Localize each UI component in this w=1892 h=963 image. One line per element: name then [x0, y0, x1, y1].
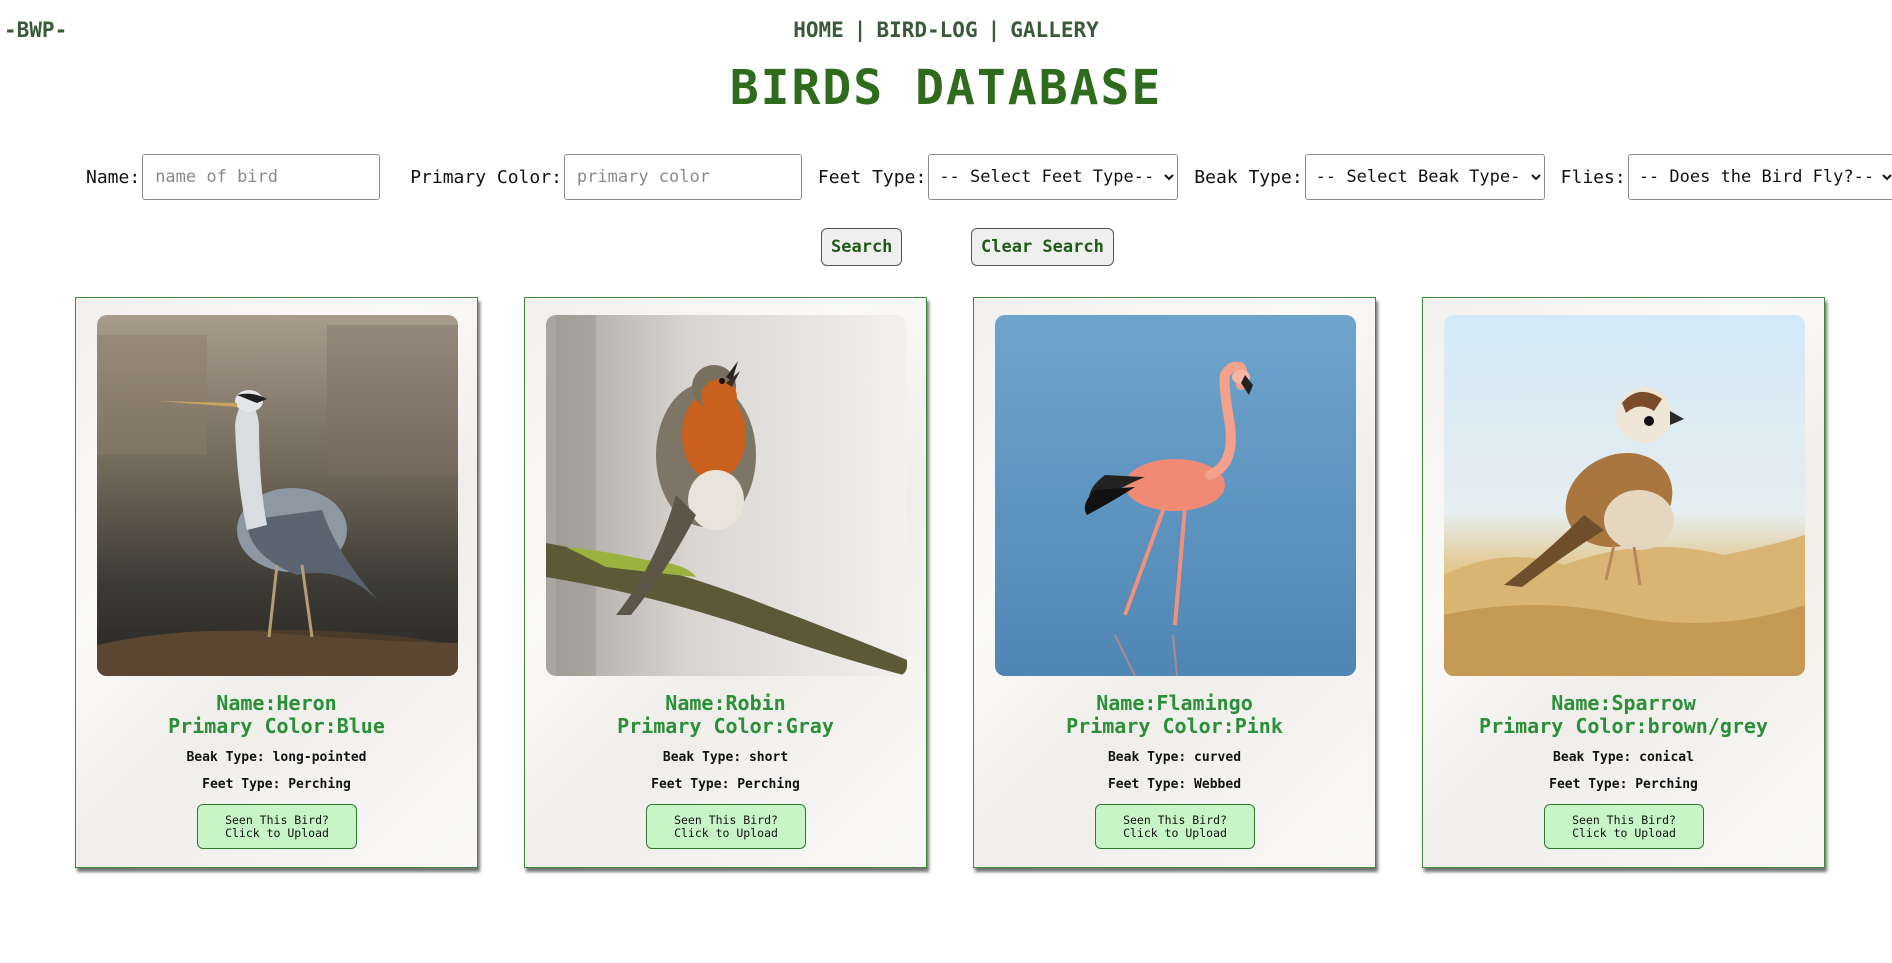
search-button[interactable]: Search: [821, 228, 903, 266]
bird-beak-type: Beak Type: short: [662, 750, 789, 765]
robin-photo: [546, 315, 907, 676]
upload-sighting-button[interactable]: Seen This Bird? Click to Upload: [197, 804, 357, 849]
bird-primary-color: Primary Color:Pink: [1066, 714, 1283, 738]
bird-name: Name:Heron: [216, 691, 337, 715]
top-nav: HOME | BIRD-LOG | GALLERY: [0, 18, 1892, 42]
bird-beak-type: Beak Type: long-pointed: [186, 750, 367, 765]
bird-name: Name:Sparrow: [1551, 691, 1696, 715]
upload-line-2: Click to Upload: [1123, 825, 1227, 840]
primary-color-label: Primary Color:: [410, 166, 562, 188]
sparrow-photo: [1444, 315, 1805, 676]
flamingo-photo: [995, 315, 1356, 676]
search-filters: Name: Primary Color: Feet Type: -- Selec…: [86, 154, 1892, 200]
upload-sighting-button[interactable]: Seen This Bird? Click to Upload: [646, 804, 806, 849]
flies-select[interactable]: -- Does the Bird Fly?--: [1627, 154, 1892, 200]
upload-line-1: Seen This Bird?: [225, 812, 329, 827]
name-label: Name:: [86, 166, 141, 188]
heron-photo: [97, 315, 458, 676]
nav-separator: |: [987, 18, 1001, 42]
bird-beak-type: Beak Type: conical: [1553, 750, 1694, 765]
nav-separator: |: [853, 18, 867, 42]
name-input[interactable]: [142, 154, 381, 200]
nav-bird-log-link[interactable]: BIRD-LOG: [876, 18, 977, 42]
bird-name: Name:Flamingo: [1096, 691, 1253, 715]
bird-feet-type: Feet Type: Webbed: [1107, 777, 1242, 792]
bird-card-flamingo: Name:Flamingo Primary Color:Pink Beak Ty…: [973, 297, 1376, 868]
bird-beak-type: Beak Type: curved: [1107, 750, 1242, 765]
beak-type-label: Beak Type:: [1194, 166, 1303, 188]
primary-color-input[interactable]: [563, 154, 802, 200]
upload-line-2: Click to Upload: [225, 825, 329, 840]
nav-home-link[interactable]: HOME: [793, 18, 844, 42]
upload-line-1: Seen This Bird?: [674, 812, 778, 827]
upload-sighting-button[interactable]: Seen This Bird? Click to Upload: [1544, 804, 1704, 849]
bird-card-heron: Name:Heron Primary Color:Blue Beak Type:…: [75, 297, 478, 868]
bird-name: Name:Robin: [665, 691, 786, 715]
bird-card-sparrow: Name:Sparrow Primary Color:brown/grey Be…: [1422, 297, 1825, 868]
bird-primary-color: Primary Color:Gray: [617, 714, 834, 738]
flies-label: Flies:: [1560, 166, 1626, 188]
upload-line-1: Seen This Bird?: [1123, 812, 1227, 827]
bird-feet-type: Feet Type: Perching: [651, 777, 800, 792]
upload-line-2: Click to Upload: [1572, 825, 1676, 840]
upload-line-1: Seen This Bird?: [1572, 812, 1676, 827]
feet-type-label: Feet Type:: [817, 166, 927, 188]
beak-type-select[interactable]: -- Select Beak Type-: [1304, 154, 1545, 200]
bird-primary-color: Primary Color:Blue: [168, 714, 385, 738]
nav-gallery-link[interactable]: GALLERY: [1010, 18, 1099, 42]
page: -BWP- HOME | BIRD-LOG | GALLERY BIRDS DATABA…: [0, 0, 1892, 963]
bird-feet-type: Feet Type: Perching: [202, 777, 351, 792]
bird-card-robin: Name:Robin Primary Color:Gray Beak Type:…: [524, 297, 927, 868]
upload-sighting-button[interactable]: Seen This Bird? Click to Upload: [1095, 804, 1255, 849]
page-title: BIRDS DATABASE: [729, 60, 1163, 116]
bird-feet-type: Feet Type: Perching: [1549, 777, 1698, 792]
bird-primary-color: Primary Color:brown/grey: [1479, 714, 1768, 738]
clear-search-button[interactable]: Clear Search: [971, 228, 1114, 266]
feet-type-select[interactable]: -- Select Feet Type--: [928, 154, 1179, 200]
upload-line-2: Click to Upload: [674, 825, 778, 840]
